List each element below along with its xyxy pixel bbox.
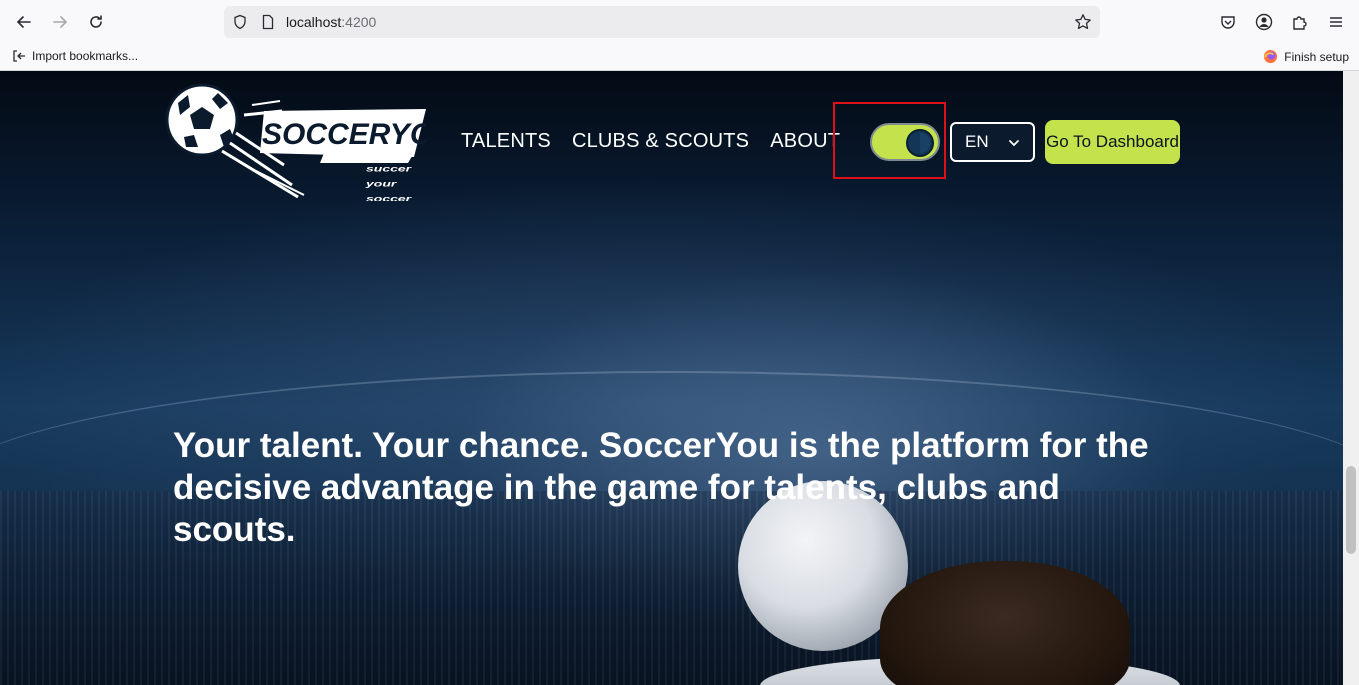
hero-line-2: decisive advantage in the game for talen… bbox=[173, 468, 1060, 507]
forward-button[interactable] bbox=[48, 10, 72, 34]
account-button[interactable] bbox=[1253, 11, 1275, 33]
pocket-icon bbox=[1221, 16, 1235, 29]
bookmark-star-icon[interactable] bbox=[1074, 13, 1092, 31]
finish-setup-label: Finish setup bbox=[1284, 49, 1349, 64]
scrollbar-thumb[interactable] bbox=[1346, 466, 1356, 554]
account-icon bbox=[1255, 13, 1273, 31]
logo-tagline-1: succer bbox=[366, 165, 412, 174]
page-icon[interactable] bbox=[260, 14, 276, 30]
hero-line-3: scouts. bbox=[173, 510, 296, 549]
logo-tagline-3: soccer bbox=[366, 195, 412, 201]
language-select[interactable]: EN bbox=[950, 122, 1035, 162]
page-viewport: SOCCERYOU succer your soccer TALENTS CLU… bbox=[0, 71, 1343, 685]
import-bookmarks-label: Import bookmarks... bbox=[32, 49, 139, 63]
socceryou-logo[interactable]: SOCCERYOU succer your soccer bbox=[164, 81, 426, 201]
hero-heading: Your talent. Your chance. SoccerYou is t… bbox=[173, 425, 1173, 551]
player-image bbox=[880, 561, 1130, 685]
bookmarks-toolbar: Import bookmarks... Finish setup bbox=[0, 44, 1359, 70]
reload-icon bbox=[90, 15, 102, 28]
arrow-left-icon bbox=[16, 16, 31, 28]
extensions-button[interactable] bbox=[1289, 11, 1311, 33]
nav-item-about[interactable]: ABOUT bbox=[770, 130, 840, 153]
menu-button[interactable] bbox=[1325, 11, 1347, 33]
main-nav: TALENTS CLUBS & SCOUTS ABOUT bbox=[461, 130, 840, 153]
page-scrollbar[interactable] bbox=[1343, 71, 1359, 685]
go-to-dashboard-button[interactable]: Go To Dashboard bbox=[1045, 120, 1180, 164]
hamburger-menu-icon bbox=[1330, 17, 1342, 27]
theme-toggle-highlight bbox=[833, 102, 946, 179]
import-bookmarks-item[interactable]: Import bookmarks... bbox=[12, 49, 138, 63]
url-text[interactable]: localhost:4200 bbox=[286, 14, 376, 30]
firefox-icon bbox=[1264, 49, 1278, 64]
url-bar[interactable]: localhost:4200 bbox=[224, 6, 1100, 38]
reload-button[interactable] bbox=[84, 10, 108, 34]
hero-line-1: Your talent. Your chance. SoccerYou is t… bbox=[173, 426, 1149, 465]
shield-icon[interactable] bbox=[232, 14, 248, 30]
puzzle-icon bbox=[1293, 16, 1307, 30]
chevron-down-icon bbox=[1009, 140, 1019, 147]
logo-tagline-2: your bbox=[365, 180, 397, 189]
finish-setup-item[interactable]: Finish setup bbox=[1263, 49, 1349, 64]
url-host: localhost bbox=[286, 14, 342, 30]
nav-item-clubs-scouts[interactable]: CLUBS & SCOUTS bbox=[572, 130, 749, 153]
logo-brand-text: SOCCERYOU bbox=[262, 118, 426, 151]
arrow-right-icon bbox=[53, 16, 68, 28]
url-port: :4200 bbox=[341, 14, 377, 30]
nav-item-talents[interactable]: TALENTS bbox=[461, 130, 551, 153]
pocket-button[interactable] bbox=[1217, 11, 1239, 33]
browser-chrome: localhost:4200 Import bookmarks... Finis… bbox=[0, 0, 1359, 71]
language-selected-label: EN bbox=[965, 132, 989, 151]
import-icon bbox=[13, 50, 25, 62]
back-button[interactable] bbox=[12, 10, 36, 34]
